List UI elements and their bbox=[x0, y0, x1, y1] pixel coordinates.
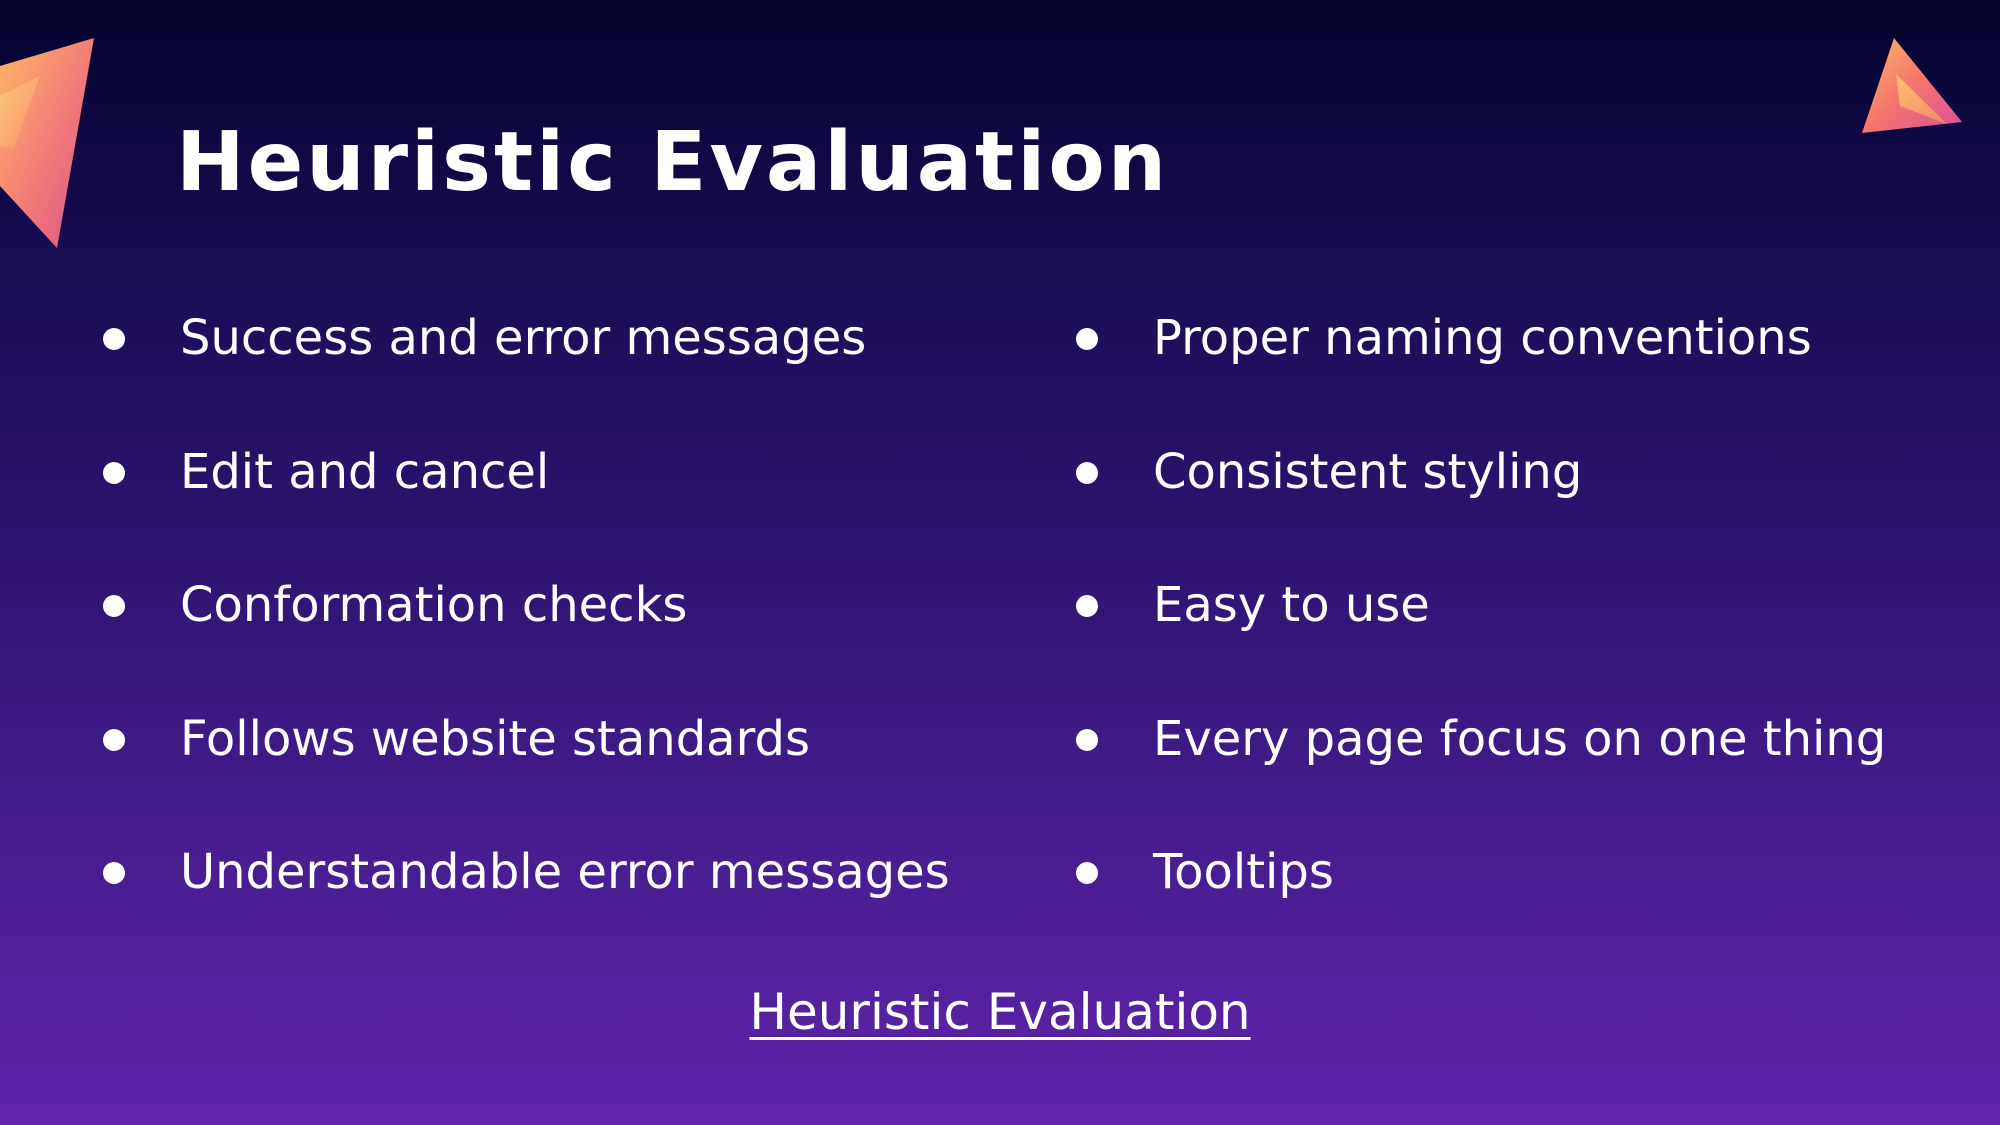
bullet-item: Follows website standards bbox=[97, 696, 997, 830]
right-bullet-list: Proper naming conventions Consistent sty… bbox=[1070, 295, 1990, 963]
bullet-item: Easy to use bbox=[1070, 562, 1990, 696]
bullet-text: Tooltips bbox=[1153, 844, 1334, 900]
right-triangle-decoration-icon bbox=[1862, 38, 1962, 133]
bullet-item: Understandable error messages bbox=[97, 829, 997, 963]
bullet-text: Proper naming conventions bbox=[1153, 310, 1812, 366]
bullet-item: Every page focus on one thing bbox=[1070, 696, 1990, 830]
bullet-dot-icon bbox=[1076, 595, 1098, 617]
bullet-text: Understandable error messages bbox=[180, 844, 950, 900]
bullet-dot-icon bbox=[1076, 728, 1098, 751]
bullet-text: Edit and cancel bbox=[180, 443, 550, 500]
bullet-dot-icon bbox=[103, 461, 125, 484]
bullet-item: Success and error messages bbox=[97, 295, 997, 429]
bullet-item: Tooltips bbox=[1070, 829, 1990, 963]
bullet-text: Consistent styling bbox=[1153, 443, 1583, 500]
bullet-item: Proper naming conventions bbox=[1070, 295, 1990, 429]
bullet-dot-icon bbox=[103, 862, 125, 884]
bullet-text: Success and error messages bbox=[180, 310, 867, 366]
bullet-dot-icon bbox=[103, 328, 125, 350]
bullet-item: Conformation checks bbox=[97, 562, 997, 696]
slide-title: Heuristic Evaluation bbox=[176, 115, 1170, 210]
bullet-item: Edit and cancel bbox=[97, 429, 997, 563]
left-bullet-list: Success and error messages Edit and canc… bbox=[97, 295, 997, 963]
bullet-dot-icon bbox=[1076, 328, 1098, 350]
heuristic-evaluation-link[interactable]: Heuristic Evaluation bbox=[0, 976, 2000, 1048]
slide: Heuristic Evaluation Success and error m… bbox=[0, 0, 2000, 1125]
left-triangle-decoration-icon bbox=[0, 38, 94, 248]
bullet-text: Every page focus on one thing bbox=[1153, 710, 1887, 767]
bullet-dot-icon bbox=[1076, 461, 1098, 484]
bullet-dot-icon bbox=[103, 728, 125, 751]
bullet-dot-icon bbox=[103, 595, 125, 617]
bullet-dot-icon bbox=[1076, 862, 1098, 884]
bullet-item: Consistent styling bbox=[1070, 429, 1990, 563]
bullet-text: Conformation checks bbox=[180, 577, 688, 633]
bullet-text: Easy to use bbox=[1153, 577, 1430, 633]
bullet-text: Follows website standards bbox=[180, 710, 810, 767]
